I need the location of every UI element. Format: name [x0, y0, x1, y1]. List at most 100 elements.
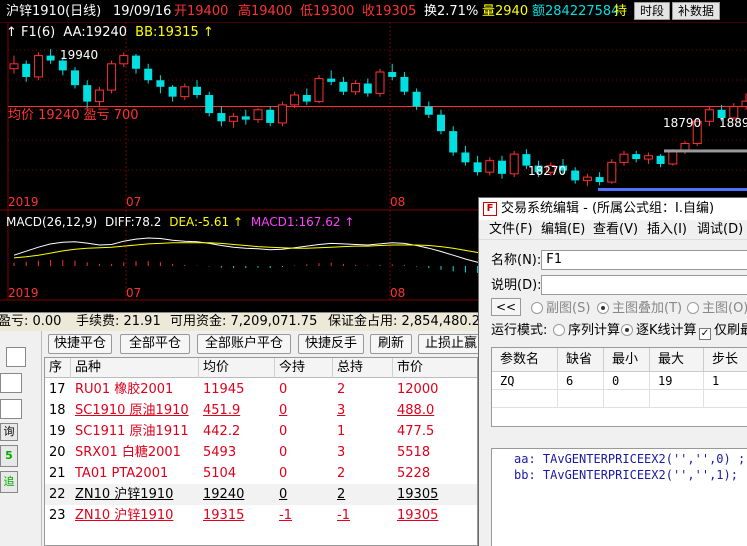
col-name[interactable]: 品种 [71, 358, 199, 378]
order-query-button[interactable]: 询 [0, 423, 18, 441]
desc-input[interactable] [541, 275, 747, 295]
cell-mkt: 19305 [397, 508, 439, 523]
param-empty-cell[interactable] [604, 390, 650, 408]
mode-series[interactable]: 序列计算 [553, 323, 620, 339]
collapse-button[interactable]: << [491, 298, 521, 316]
candle-body [485, 160, 495, 173]
cell-avg: 451.9 [203, 403, 241, 418]
candle-body [643, 155, 653, 160]
candle-body [241, 116, 250, 120]
param-empty-cell[interactable] [558, 390, 604, 408]
option-sub-chart[interactable]: 副图(S) [531, 301, 590, 317]
order-field-3[interactable] [0, 399, 22, 419]
table-row[interactable]: 22 ZN10 沪锌1910 19240 0 2 19305 [45, 484, 477, 505]
menu-debug[interactable]: 调试(D) [697, 220, 743, 240]
right-value-label: 1889 [719, 116, 747, 130]
stop-loss-button[interactable]: 止损止赢 [418, 334, 480, 354]
cell-today: 0 [279, 466, 288, 481]
cell-today: -1 [279, 508, 292, 523]
refresh-button[interactable]: 刷新 [370, 334, 412, 354]
table-row[interactable]: 19 SC1911 原油1911 442.2 0 1 477.5 [45, 421, 477, 442]
candle-body [94, 89, 104, 103]
code-editor[interactable]: aa: TAvGENTERPRICEEX2('','',0) ; bb: TAvG… [491, 448, 747, 546]
order-field-2[interactable] [0, 373, 22, 393]
candle-body [327, 78, 336, 82]
col-mkt[interactable]: 市价 [393, 358, 477, 378]
cell-idx: 19 [49, 424, 66, 439]
candle-body [424, 106, 433, 115]
param-col-step: 步长 [704, 348, 747, 372]
candle-body [71, 70, 79, 86]
quick-close-button[interactable]: 快捷平仓 [48, 334, 112, 354]
trough-label: 18270 [528, 164, 567, 178]
col-idx[interactable]: 序 [45, 358, 71, 378]
candle-body [144, 68, 153, 81]
menu-file[interactable]: 文件(F) [489, 220, 533, 240]
option-main-overlay[interactable]: 主图叠加(T) [597, 301, 682, 317]
cell-today: 0 [279, 403, 288, 418]
close-all-button[interactable]: 全部平仓 [120, 334, 190, 354]
candle-body [205, 95, 214, 114]
check-icon: ✓ [699, 328, 711, 340]
restore-data-button[interactable]: 补数据 [672, 2, 721, 20]
code-line-2[interactable]: bb: TAvGENTERPRICEEX2('','',1); [514, 467, 747, 483]
param-min-cell[interactable]: 0 [604, 372, 650, 390]
option-main-chart[interactable]: 主图(O) [687, 301, 747, 317]
quote-open: 开19400 [174, 4, 229, 19]
selection-band [598, 188, 747, 191]
candle-body [168, 86, 177, 97]
mode-tick[interactable]: 逐K线计算 [621, 323, 697, 339]
candle-body [668, 150, 678, 165]
code-line-1[interactable]: aa: TAvGENTERPRICEEX2('','',0) ; [514, 451, 747, 467]
symbol-title: 沪锌1910(日线) [6, 4, 102, 19]
name-input[interactable]: F1 [541, 250, 747, 270]
param-max-cell[interactable]: 19 [650, 372, 704, 390]
editor-title: 交易系统编辑 - (所属公式组：I.自编) [501, 201, 715, 216]
col-total[interactable]: 总持 [333, 358, 393, 378]
param-default-cell[interactable]: 6 [558, 372, 604, 390]
col-today[interactable]: 今持 [275, 358, 333, 378]
candle-body [607, 161, 617, 183]
order-qty-button[interactable]: 5 [0, 445, 18, 467]
candle-body [595, 177, 604, 183]
cell-mkt: 488.0 [397, 403, 435, 418]
timeshare-button[interactable]: 时段 [634, 2, 671, 20]
menu-view[interactable]: 查看(V) [593, 220, 638, 240]
candle-body [9, 63, 19, 70]
quick-reverse-button[interactable]: 快捷反手 [298, 334, 364, 354]
menu-insert[interactable]: 插入(I) [647, 220, 687, 240]
candle-body [619, 153, 629, 163]
param-empty-cell[interactable] [650, 390, 704, 408]
cell-mkt: 5228 [397, 466, 431, 481]
candle-body [363, 83, 372, 94]
editor-title-bar[interactable]: F 交易系统编辑 - (所属公式组：I.自编) [479, 198, 747, 220]
candle-body [461, 152, 470, 163]
table-row[interactable]: 21 TA01 PTA2001 5104 0 2 5228 [45, 463, 477, 484]
order-field-1[interactable] [6, 347, 26, 367]
table-row[interactable]: 17 RU01 橡胶2001 11945 0 2 12000 [45, 379, 477, 400]
table-row[interactable]: 20 SRX01 白糖2001 5493 0 3 5518 [45, 442, 477, 463]
table-row[interactable]: 18 SC1910 原油1910 451.9 0 3 488.0 [45, 400, 477, 421]
param-empty-cell[interactable] [704, 390, 747, 408]
quote-low: 低19300 [300, 4, 355, 19]
candle-body [498, 160, 506, 174]
cell-avg: 5493 [203, 445, 237, 460]
acct-pnl: 盈亏: 0.00 [0, 314, 62, 329]
param-name-cell[interactable]: ZQ [492, 372, 558, 390]
param-empty-cell[interactable] [492, 390, 558, 408]
legend-aa: AA:19240 [63, 25, 128, 40]
macd-axis-08: 08 [390, 286, 406, 300]
radio-series-icon [553, 324, 565, 336]
refresh-only-checkbox[interactable]: ✓ 仅刷最 [699, 323, 747, 340]
table-row[interactable]: 23 ZN10 沪锌1910 19315 -1 -1 19305 [45, 505, 477, 526]
positions-header: 序 品种 均价 今持 总持 市价 [45, 358, 477, 378]
close-all-accounts-button[interactable]: 全部账户平仓 [197, 334, 291, 354]
candle-body [22, 63, 31, 77]
menu-edit[interactable]: 编辑(E) [541, 220, 585, 240]
order-chase-button[interactable]: 追 [0, 471, 18, 493]
col-avg[interactable]: 均价 [199, 358, 275, 378]
param-step-cell[interactable]: 1 [704, 372, 747, 390]
candle-body [656, 155, 665, 164]
editor-menu-bar: 文件(F) 编辑(E) 查看(V) 插入(I) 调试(D) [479, 220, 747, 240]
cell-mkt: 19305 [397, 487, 439, 502]
